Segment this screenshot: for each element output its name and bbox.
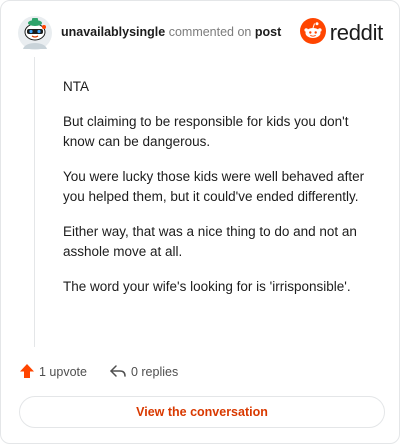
comment-paragraph: You were lucky those kids were well beha… [63,169,365,204]
comment-paragraph: The word your wife's looking for is 'irr… [63,279,351,294]
reddit-logo-icon [299,17,326,49]
replies-button[interactable]: 0 replies [109,363,178,382]
upvote-arrow-icon [19,363,39,382]
reply-count: 0 replies [130,365,179,379]
post-link[interactable]: post [255,25,281,39]
thread-line [34,57,35,347]
reddit-wordmark: reddit [329,20,384,45]
reply-arrow-icon [109,363,131,382]
comment-paragraph: NTA [63,79,89,94]
view-conversation-button[interactable]: View the conversation [19,396,385,428]
comment-footer: 1 upvote 0 replies [19,361,178,383]
upvote-count: 1 upvote [39,365,87,379]
comment-body: NTA But claiming to be responsible for k… [63,77,383,312]
comment-paragraph: Either way, that was a nice thing to do … [63,224,357,259]
reddit-brand[interactable]: reddit [299,17,384,49]
snoo-avatar-icon[interactable] [17,15,53,51]
username-link[interactable]: unavailablysingle [61,25,165,39]
comment-paragraph: But claiming to be responsible for kids … [63,114,349,149]
comment-attribution: unavailablysingle commented on post [61,25,281,39]
embedded-comment-card: unavailablysingle commented on post redd… [0,0,400,444]
commented-on-text: commented on [168,25,252,39]
comment-header: unavailablysingle commented on post redd… [17,13,383,53]
upvote-button[interactable]: 1 upvote [19,363,87,382]
